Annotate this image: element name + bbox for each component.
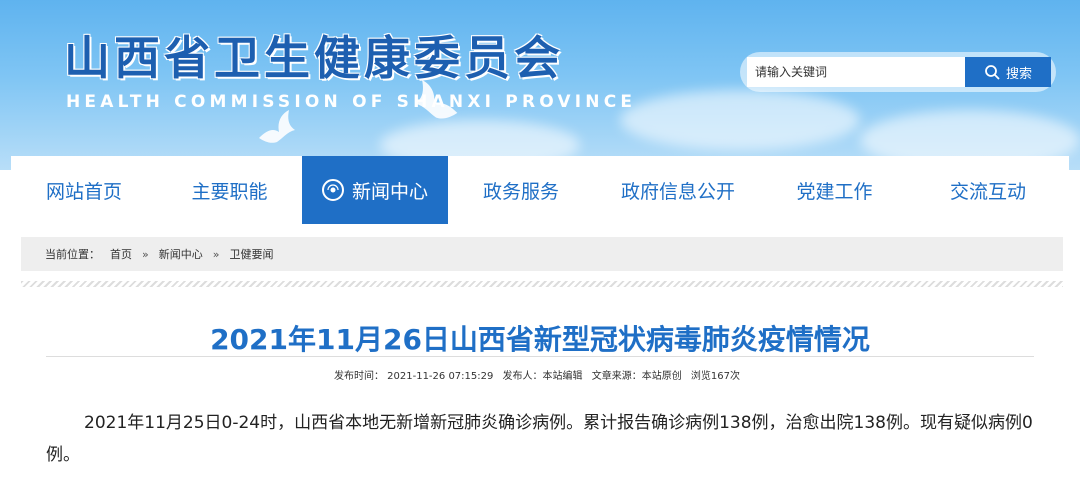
title-divider: [46, 356, 1034, 357]
main-nav: 网站首页 主要职能 新闻中心 政务服务 政府信息公开 党建工作 交流互动: [11, 156, 1069, 224]
search-button[interactable]: 搜索: [965, 57, 1051, 87]
publish-time: 发布时间： 2021-11-26 07:15:29: [333, 371, 494, 382]
site-title: 山西省卫生健康委员会: [64, 31, 564, 85]
nav-item-label: 交流互动: [949, 180, 1026, 203]
breadcrumb-separator: »: [212, 247, 220, 261]
cloud-decoration: [620, 90, 860, 150]
article-source: 文章来源：本站原创: [591, 371, 682, 382]
breadcrumb-link-news[interactable]: 新闻中心: [159, 246, 203, 262]
nav-item-label: 党建工作: [796, 180, 873, 203]
nav-item-label: 新闻中心: [351, 180, 428, 203]
dove-icon: [415, 80, 458, 119]
publisher: 发布人：本站编辑: [502, 371, 583, 382]
nav-item-label: 网站首页: [45, 180, 122, 203]
view-count: 浏览167次: [690, 371, 741, 382]
nav-item-home[interactable]: 网站首页: [11, 156, 157, 224]
nav-item-label: 政府信息公开: [620, 180, 735, 203]
article-title: 2021年11月26日山西省新型冠状病毒肺炎疫情情况: [210, 323, 870, 356]
search-input[interactable]: [747, 57, 965, 87]
globe-icon: [321, 179, 344, 201]
breadcrumb: 当前位置： 首页 » 新闻中心 » 卫健要闻: [21, 237, 1063, 271]
breadcrumb-link-category[interactable]: 卫健要闻: [229, 246, 273, 262]
breadcrumb-link-home[interactable]: 首页: [110, 246, 132, 262]
nav-item-functions[interactable]: 主要职能: [157, 156, 302, 224]
nav-item-interaction[interactable]: 交流互动: [907, 156, 1069, 224]
nav-item-services[interactable]: 政务服务: [448, 156, 594, 224]
nav-item-label: 主要职能: [191, 180, 268, 203]
article-body: 2021年11月25日0-24时，山西省本地无新增新冠肺炎确诊病例。累计报告确诊…: [46, 413, 1033, 465]
nav-item-info-disclosure[interactable]: 政府信息公开: [594, 156, 762, 224]
nav-item-party-building[interactable]: 党建工作: [762, 156, 907, 224]
search-icon: [985, 65, 1000, 80]
divider: [21, 281, 1063, 287]
nav-item-news[interactable]: 新闻中心: [302, 156, 448, 224]
breadcrumb-prefix: 当前位置：: [45, 248, 100, 261]
site-subtitle: HEALTH COMMISSION OF SHANXI PROVINCE: [66, 92, 637, 112]
article-meta: 发布时间： 2021-11-26 07:15:29 发布人：本站编辑 文章来源：…: [0, 367, 1080, 382]
search-button-label: 搜索: [1005, 66, 1032, 82]
dove-icon: [259, 110, 295, 143]
breadcrumb-separator: »: [142, 247, 149, 261]
nav-item-label: 政务服务: [482, 180, 559, 203]
